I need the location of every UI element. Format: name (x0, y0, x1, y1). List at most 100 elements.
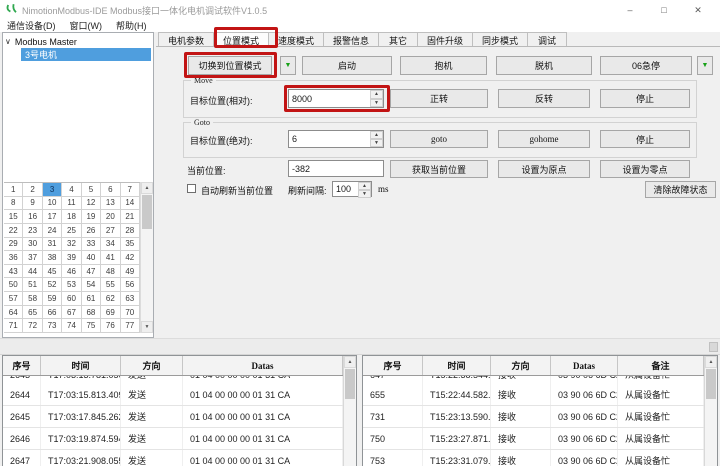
scroll-down-icon[interactable]: ▼ (141, 321, 153, 333)
grid-cell-21[interactable]: 21 (121, 210, 140, 224)
grid-cell-39[interactable]: 39 (62, 251, 81, 265)
grid-cell-20[interactable]: 20 (101, 210, 120, 224)
tab-2[interactable]: 速度模式 (268, 32, 324, 47)
grid-cell-28[interactable]: 28 (121, 224, 140, 238)
grid-cell-13[interactable]: 13 (101, 197, 120, 211)
tab-4[interactable]: 其它 (378, 32, 418, 47)
grid-cell-49[interactable]: 49 (121, 265, 140, 279)
table-row[interactable]: 647T15:22:38.544.…接收03 90 06 6D C2从属设备忙 (363, 376, 704, 384)
grid-cell-11[interactable]: 11 (62, 197, 81, 211)
brake-button[interactable]: 抱机 (400, 56, 487, 75)
goto-stop-button[interactable]: 停止 (600, 130, 690, 148)
grid-cell-24[interactable]: 24 (43, 224, 62, 238)
grid-cell-47[interactable]: 47 (82, 265, 101, 279)
grid-cell-29[interactable]: 29 (4, 238, 23, 252)
scroll-thumb[interactable] (142, 195, 152, 229)
spinner-arrows-icon[interactable]: ▲▼ (370, 90, 383, 107)
grid-cell-26[interactable]: 26 (82, 224, 101, 238)
switch-mode-button[interactable]: 切换到位置模式 (188, 56, 272, 75)
grid-cell-44[interactable]: 44 (23, 265, 42, 279)
table-row[interactable]: 2647T17:03:21.908.055发送01 04 00 00 00 01… (3, 450, 343, 466)
grid-cell-60[interactable]: 60 (62, 292, 81, 306)
scroll-thumb[interactable] (345, 369, 355, 399)
splitter-bar[interactable] (0, 338, 720, 355)
grid-cell-73[interactable]: 73 (43, 319, 62, 333)
refresh-interval-spinner[interactable]: 100 ▲▼ (332, 181, 372, 197)
tab-1[interactable]: 位置模式 (213, 32, 269, 47)
grid-cell-61[interactable]: 61 (82, 292, 101, 306)
auto-refresh-checkbox[interactable] (187, 184, 196, 193)
menu-item-2[interactable]: 帮助(H) (109, 20, 154, 32)
grid-cell-19[interactable]: 19 (82, 210, 101, 224)
grid-cell-34[interactable]: 34 (101, 238, 120, 252)
grid-cell-55[interactable]: 55 (101, 278, 120, 292)
relative-target-spinner[interactable]: 8000 ▲▼ (288, 89, 384, 108)
get-position-button[interactable]: 获取当前位置 (390, 160, 488, 178)
grid-cell-18[interactable]: 18 (62, 210, 81, 224)
grid-cell-74[interactable]: 74 (62, 319, 81, 333)
grid-cell-43[interactable]: 43 (4, 265, 23, 279)
grid-cell-8[interactable]: 8 (4, 197, 23, 211)
grid-cell-51[interactable]: 51 (23, 278, 42, 292)
grid-cell-56[interactable]: 56 (121, 278, 140, 292)
grid-cell-35[interactable]: 35 (121, 238, 140, 252)
scroll-up-icon[interactable]: ▲ (141, 182, 153, 194)
grid-cell-38[interactable]: 38 (43, 251, 62, 265)
table-row[interactable]: 2644T17:03:15.813.409发送01 04 00 00 00 01… (3, 384, 343, 406)
grid-cell-14[interactable]: 14 (121, 197, 140, 211)
grid-cell-58[interactable]: 58 (23, 292, 42, 306)
scroll-up-icon[interactable]: ▲ (344, 356, 356, 368)
table-row[interactable]: 2643T17:03:13.781.056发送01 04 00 00 00 01… (3, 376, 343, 384)
table-row[interactable]: 2646T17:03:19.874.594发送01 04 00 00 00 01… (3, 428, 343, 450)
current-position-field[interactable]: -382 (288, 160, 384, 177)
minimize-button[interactable]: – (616, 0, 644, 20)
grid-cell-7[interactable]: 7 (121, 183, 140, 197)
gohome-button[interactable]: gohome (498, 130, 590, 148)
grid-cell-5[interactable]: 5 (82, 183, 101, 197)
release-button[interactable]: 脱机 (496, 56, 592, 75)
tab-5[interactable]: 固件升级 (417, 32, 473, 47)
estop-button[interactable]: 06急停 (600, 56, 692, 75)
grid-cell-1[interactable]: 1 (4, 183, 23, 197)
spinner-arrows-icon[interactable]: ▲▼ (358, 182, 371, 196)
tab-3[interactable]: 报警信息 (323, 32, 379, 47)
grid-cell-52[interactable]: 52 (43, 278, 62, 292)
estop-dropdown-icon[interactable]: ▼ (697, 56, 713, 75)
table-row[interactable]: 655T15:22:44.582.…接收03 90 06 6D C2从属设备忙 (363, 384, 704, 406)
grid-cell-16[interactable]: 16 (23, 210, 42, 224)
table-row[interactable]: 731T15:23:13.590.…接收03 90 06 6D C2从属设备忙 (363, 406, 704, 428)
grid-cell-12[interactable]: 12 (82, 197, 101, 211)
grid-cell-72[interactable]: 72 (23, 319, 42, 333)
grid-cell-63[interactable]: 63 (121, 292, 140, 306)
scroll-thumb[interactable] (706, 369, 716, 399)
table-row[interactable]: 750T15:23:27.871.…接收03 90 06 6D C2从属设备忙 (363, 428, 704, 450)
grid-cell-10[interactable]: 10 (43, 197, 62, 211)
grid-cell-77[interactable]: 77 (121, 319, 140, 333)
grid-cell-33[interactable]: 33 (82, 238, 101, 252)
grid-cell-65[interactable]: 65 (23, 306, 42, 320)
grid-cell-42[interactable]: 42 (121, 251, 140, 265)
grid-cell-23[interactable]: 23 (23, 224, 42, 238)
absolute-target-value[interactable]: 6 (289, 131, 370, 147)
grid-cell-68[interactable]: 68 (82, 306, 101, 320)
forward-button[interactable]: 正转 (390, 89, 488, 108)
goto-button[interactable]: goto (390, 130, 488, 148)
grid-cell-46[interactable]: 46 (62, 265, 81, 279)
grid-cell-15[interactable]: 15 (4, 210, 23, 224)
relative-target-value[interactable]: 8000 (289, 90, 370, 107)
grid-cell-6[interactable]: 6 (101, 183, 120, 197)
grid-cell-54[interactable]: 54 (82, 278, 101, 292)
grid-cell-45[interactable]: 45 (43, 265, 62, 279)
grid-cell-70[interactable]: 70 (121, 306, 140, 320)
maximize-button[interactable]: □ (650, 0, 678, 20)
menu-item-1[interactable]: 窗口(W) (63, 20, 110, 32)
set-zero-button[interactable]: 设置为零点 (600, 160, 690, 178)
grid-cell-3[interactable]: 3 (43, 183, 62, 197)
grid-cell-25[interactable]: 25 (62, 224, 81, 238)
grid-cell-32[interactable]: 32 (62, 238, 81, 252)
scroll-up-icon[interactable]: ▲ (705, 356, 717, 368)
grid-cell-76[interactable]: 76 (101, 319, 120, 333)
close-button[interactable]: ✕ (684, 0, 712, 20)
clear-fault-button[interactable]: 清除故障状态 (645, 181, 716, 198)
mode-dropdown-icon[interactable]: ▼ (280, 56, 296, 75)
